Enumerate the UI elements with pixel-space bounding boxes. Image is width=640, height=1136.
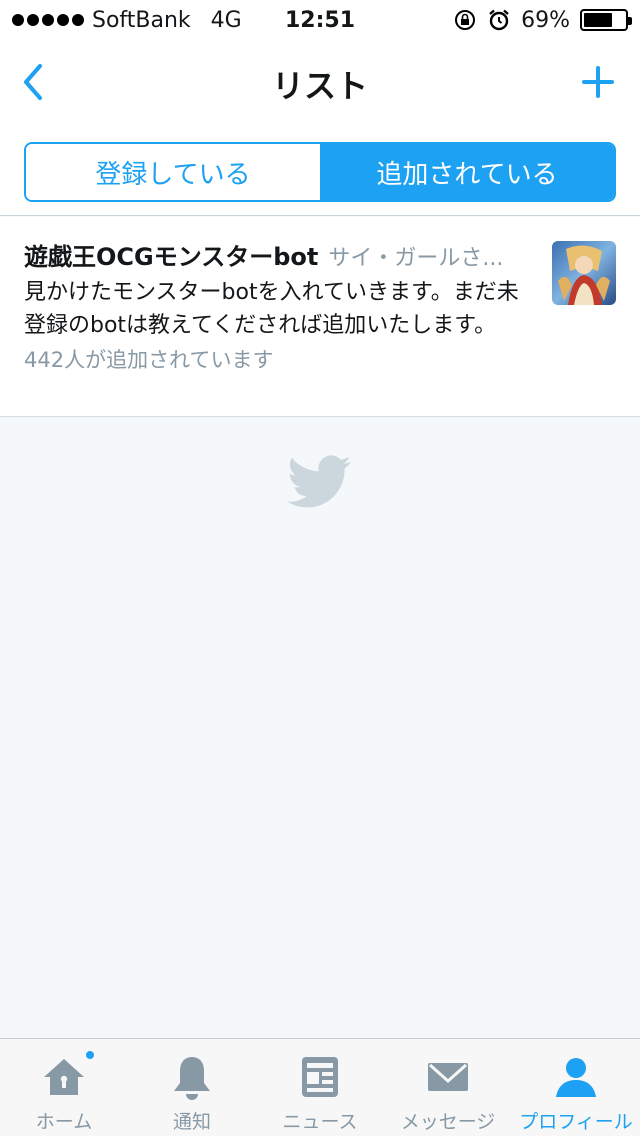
list-name: 遊戯王OCGモンスターbot (24, 243, 319, 271)
bell-icon (174, 1057, 210, 1100)
rotation-lock-icon (455, 10, 476, 30)
list-header: 遊戯王OCGモンスターbot サイ・ガールさ... (24, 237, 524, 272)
tab-news[interactable]: ニュース (256, 1039, 384, 1136)
person-icon (556, 1058, 596, 1097)
alarm-icon (489, 9, 509, 31)
envelope-icon (428, 1063, 468, 1091)
tab-notifications[interactable]: 通知 (128, 1039, 256, 1136)
status-right: 69% (453, 7, 632, 33)
tab-home[interactable]: ホーム (0, 1039, 128, 1136)
notification-dot (84, 1049, 96, 1061)
tab-label-news: ニュース (282, 1111, 358, 1133)
tab-profile[interactable]: プロフィール (512, 1039, 640, 1136)
status-bar: SoftBank 4G 12:51 69% (0, 0, 640, 40)
list-description: 見かけたモンスターbotを入れていきます。まだ未登録のbotは教えてくだされば追… (24, 280, 519, 338)
tab-label-messages: メッセージ (400, 1111, 496, 1133)
tab-label-notifications: 通知 (172, 1111, 211, 1133)
signal-strength-icon (12, 14, 84, 26)
page-title: リスト (271, 67, 368, 105)
tab-label-profile: プロフィール (519, 1111, 633, 1133)
avatar (552, 241, 616, 305)
network-type: 4G (210, 7, 242, 33)
battery-percent: 69% (521, 7, 570, 33)
twitter-bird-icon (288, 455, 351, 508)
plus-icon (582, 66, 614, 98)
list-member-count: 442人が追加されています (24, 348, 274, 372)
segment-subscribed[interactable]: 登録している (26, 144, 320, 200)
segment-member-of[interactable]: 追加されている (320, 144, 614, 200)
list-owner: サイ・ガールさ... (328, 246, 504, 271)
tab-bar: ホーム 通知 ニュース メッセージ プロフィール (0, 1038, 640, 1136)
tab-label-home: ホーム (35, 1111, 93, 1133)
battery-icon (580, 9, 632, 31)
list-item[interactable]: 遊戯王OCGモンスターbot サイ・ガールさ... 見かけたモンスターbotを入… (0, 217, 640, 417)
news-icon (302, 1057, 338, 1097)
segmented-control: 登録している 追加されている (24, 142, 616, 202)
add-list-button[interactable] (578, 62, 618, 102)
status-left: SoftBank 4G (12, 8, 242, 33)
carrier-name: SoftBank (92, 7, 191, 33)
nav-bar: リスト (0, 40, 640, 128)
home-icon (44, 1059, 84, 1095)
segment-container: 登録している 追加されている (0, 128, 640, 216)
back-button[interactable] (16, 60, 56, 104)
chevron-left-icon (24, 64, 42, 100)
tab-messages[interactable]: メッセージ (384, 1039, 512, 1136)
